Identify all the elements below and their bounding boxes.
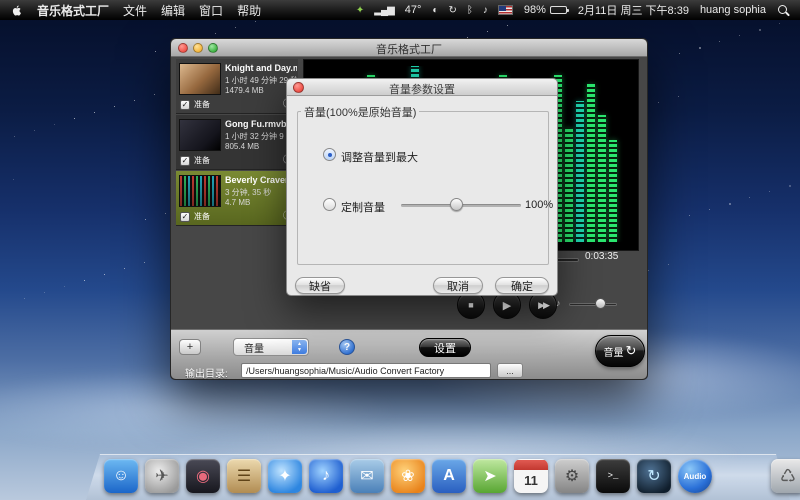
- display-icon[interactable]: ◐: [432, 5, 437, 16]
- battery-icon: [550, 6, 567, 14]
- dock-notes-icon[interactable]: ☰: [227, 459, 261, 493]
- app-extra-icon[interactable]: ✦: [356, 5, 363, 16]
- dock-safari-icon[interactable]: ✦: [268, 459, 302, 493]
- add-file-button[interactable]: +: [179, 339, 201, 355]
- popup-arrows-icon: ▲▼: [292, 340, 307, 354]
- dock-terminal-icon[interactable]: >_: [596, 459, 630, 493]
- file-size: 1479.4 MB: [225, 86, 264, 95]
- file-status-label: 准备: [194, 99, 210, 110]
- preset-popup[interactable]: 音量 ▲▼: [233, 338, 309, 356]
- calendar-day: 11: [524, 470, 538, 492]
- bluetooth-icon[interactable]: ᛒ: [467, 5, 472, 16]
- radio-max-volume-label[interactable]: 调整音量到最大: [341, 149, 418, 165]
- volume-groupbox: [297, 111, 549, 265]
- dock-trash-icon[interactable]: ♺: [771, 459, 800, 493]
- dock-time-machine-icon[interactable]: ↻: [637, 459, 671, 493]
- dock-mail-icon[interactable]: ✉: [350, 459, 384, 493]
- radio-custom-volume[interactable]: [323, 198, 336, 211]
- menu-help[interactable]: 帮助: [237, 2, 261, 19]
- play-icon: ▶: [503, 299, 511, 312]
- speaker-icon: ♪: [556, 298, 561, 308]
- dock-audio-convert-icon[interactable]: Audio: [678, 459, 712, 493]
- spotlight-icon[interactable]: [777, 4, 790, 17]
- ok-button[interactable]: 确定: [495, 277, 549, 294]
- input-language-flag-icon[interactable]: [498, 5, 513, 15]
- convert-button[interactable]: 音量 ↻: [595, 335, 645, 367]
- apple-menu-icon[interactable]: [10, 3, 23, 18]
- radio-custom-volume-label[interactable]: 定制音量: [341, 199, 385, 215]
- dock-photos-icon[interactable]: ❀: [391, 459, 425, 493]
- custom-volume-value: 100%: [525, 199, 553, 211]
- file-size: 4.7 MB: [225, 198, 250, 207]
- menubar-clock[interactable]: 2月11日 周三 下午8:39: [578, 2, 689, 18]
- output-dir-label: 输出目录:: [185, 365, 228, 380]
- volume-slider[interactable]: [569, 303, 617, 306]
- menu-edit[interactable]: 编辑: [161, 2, 185, 19]
- video-thumbnail: [179, 119, 221, 151]
- dialog-title: 音量参数设置: [287, 81, 557, 97]
- file-list-item-selected[interactable]: Beverly Craven -... 3 分钟, 35 秒 4.7 MB ✓ …: [176, 171, 298, 226]
- file-checkbox[interactable]: ✓: [180, 212, 190, 222]
- dock: ☺ ✈ ◉ ☰ ✦ ♪ ✉ ❀ A ➤ 11 ⚙ >_ ↻ Audio ♺: [0, 436, 800, 500]
- help-button[interactable]: ?: [339, 339, 355, 355]
- file-list-item[interactable]: Knight and Day.m4v 1 小时 49 分钟 29 秒 1479.…: [176, 59, 298, 114]
- video-thumbnail: [179, 63, 221, 95]
- stop-icon: ■: [468, 300, 473, 310]
- volume-settings-dialog: 音量参数设置 音量(100%是原始音量) 调整音量到最大 定制音量 100% 缺…: [286, 78, 558, 296]
- file-name: Knight and Day.m4v: [225, 63, 297, 73]
- audio-thumbnail: [179, 175, 221, 207]
- menu-file[interactable]: 文件: [123, 2, 147, 19]
- refresh-icon: ↻: [626, 343, 637, 359]
- file-checkbox[interactable]: ✓: [180, 156, 190, 166]
- dock-app-store-icon[interactable]: A: [432, 459, 466, 493]
- dialog-titlebar[interactable]: 音量参数设置: [287, 79, 557, 96]
- calendar-strip: [514, 460, 548, 470]
- preset-popup-label: 音量: [244, 340, 264, 355]
- convert-label: 音量: [604, 344, 624, 359]
- window-titlebar[interactable]: 音乐格式工厂: [171, 39, 647, 57]
- dock-launchpad-icon[interactable]: ✈: [145, 459, 179, 493]
- elapsed-time: 0:03:35: [585, 251, 618, 262]
- window-title: 音乐格式工厂: [171, 41, 647, 57]
- user-menu[interactable]: huang sophia: [700, 4, 766, 16]
- volume-slider-thumb[interactable]: [595, 298, 606, 309]
- file-status-label: 准备: [194, 155, 210, 166]
- radio-max-volume[interactable]: [323, 148, 336, 161]
- file-list-item[interactable]: Gong Fu.rmvb 1 小时 32 分钟 9 秒 805.4 MB ✓ 准…: [176, 115, 298, 170]
- forward-icon: ▶▶: [538, 300, 548, 311]
- custom-volume-slider-thumb[interactable]: [450, 198, 463, 211]
- dock-system-preferences-icon[interactable]: ⚙: [555, 459, 589, 493]
- menu-app-name[interactable]: 音乐格式工厂: [37, 2, 109, 19]
- output-path-field[interactable]: [241, 363, 491, 378]
- menu-bar: 音乐格式工厂 文件 编辑 窗口 帮助 ✦ ▂▄▆ 47° ◐ ↻ ᛒ ♪ 98%…: [0, 0, 800, 20]
- volume-icon[interactable]: ♪: [483, 5, 487, 16]
- battery-percent: 98%: [524, 4, 546, 16]
- file-checkbox[interactable]: ✓: [180, 100, 190, 110]
- activity-icon[interactable]: ▂▄▆: [374, 5, 393, 16]
- file-status-label: 准备: [194, 211, 210, 222]
- default-button[interactable]: 缺省: [295, 277, 345, 294]
- browse-button[interactable]: ...: [497, 363, 523, 378]
- dock-itunes-icon[interactable]: ♪: [309, 459, 343, 493]
- sync-icon[interactable]: ↻: [448, 5, 455, 16]
- volume-group-label: 音量(100%是原始音量): [301, 104, 419, 120]
- dock-maps-icon[interactable]: ➤: [473, 459, 507, 493]
- dock-photo-booth-icon[interactable]: ◉: [186, 459, 220, 493]
- temperature-status[interactable]: 47°: [405, 4, 422, 16]
- menu-window[interactable]: 窗口: [199, 2, 223, 19]
- dock-finder-icon[interactable]: ☺: [104, 459, 138, 493]
- settings-button[interactable]: 设置: [419, 338, 471, 357]
- cancel-button[interactable]: 取消: [433, 277, 483, 294]
- file-size: 805.4 MB: [225, 142, 259, 151]
- battery-status[interactable]: 98%: [524, 4, 567, 16]
- dock-calendar-icon[interactable]: 11: [514, 459, 548, 493]
